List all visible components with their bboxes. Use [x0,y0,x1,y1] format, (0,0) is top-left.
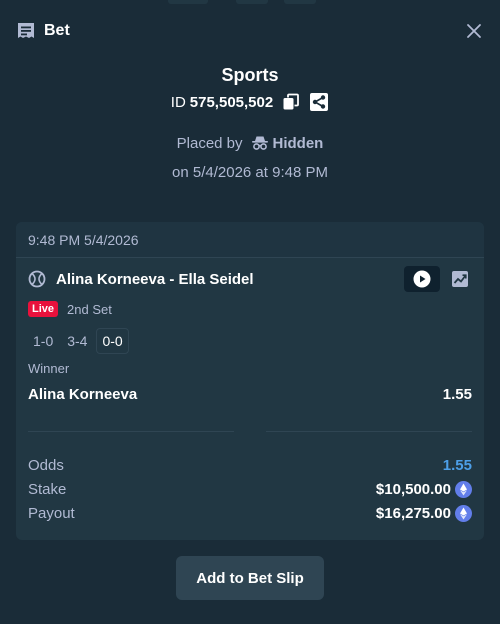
placed-by: Placed by Hidden [0,132,500,154]
divider [28,431,234,432]
divider [266,431,472,432]
share-icon[interactable] [309,92,329,112]
ethereum-icon [455,480,472,498]
live-stream-button[interactable] [404,266,440,292]
stake-label: Stake [28,480,67,498]
add-to-bet-slip-button[interactable]: Add to Bet Slip [176,556,324,600]
stats-icon[interactable] [448,267,472,291]
payout-row: Payout $16,275.00 [28,501,472,525]
payout-label: Payout [28,504,75,522]
bet-card: 9:48 PM 5/4/2026 Alina Korneeva - Ella S… [16,222,484,540]
bet-id-prefix: ID [170,93,186,111]
play-icon [413,270,431,288]
sport-title: Sports [221,65,279,85]
match-period: 2nd Set [67,301,112,317]
match-status: Live 2nd Set [28,300,112,318]
stake-value: $10,500.00 [375,480,451,498]
modal-title: Bet [44,22,70,39]
odds-label: Odds [28,456,64,474]
selection-row: Alina Korneeva 1.55 [28,384,472,404]
copy-icon[interactable] [281,92,301,112]
bet-id-number: 575,505,502 [189,93,274,111]
set-score: 3-4 [67,333,88,349]
selection-name: Alina Korneeva [28,385,138,403]
market-name: Winner [28,361,70,376]
placed-by-user: Hidden [272,134,324,152]
set-scores: 1-0 3-4 0-0 [28,328,129,354]
live-badge: Live [28,301,59,317]
set-score: 1-0 [33,333,54,349]
bet-summary: Sports ID 575,505,502 Placed by Hidden o… [0,62,500,184]
match-actions [404,266,472,292]
placed-date: on 5/4/2026 at 9:48 PM [172,164,328,181]
bet-slip-icon [16,21,36,41]
current-game-score: 0-0 [96,328,129,354]
tennis-icon [28,270,46,288]
stake-row: Stake $10,500.00 [28,477,472,501]
incognito-icon [251,134,269,152]
placed-by-label: Placed by [176,134,243,152]
bet-totals: Odds 1.55 Stake $10,500.00 Payout $16,27… [28,453,472,525]
stake-amount: $10,500.00 [375,480,472,498]
odds-row: Odds 1.55 [28,453,472,477]
match-name[interactable]: Alina Korneeva - Ella Seidel [56,271,254,288]
bet-timestamp: 9:48 PM 5/4/2026 [16,222,484,258]
payout-value: $16,275.00 [375,504,451,522]
selection-odds: 1.55 [442,385,472,403]
ethereum-icon [455,504,472,522]
odds-value: 1.55 [442,456,472,474]
top-edge-decoration [0,0,500,6]
payout-amount: $16,275.00 [375,504,472,522]
bet-id-row: ID 575,505,502 [0,90,500,114]
close-icon[interactable] [464,21,484,41]
match-row: Alina Korneeva - Ella Seidel [28,266,472,292]
modal-header: Bet [16,18,484,44]
